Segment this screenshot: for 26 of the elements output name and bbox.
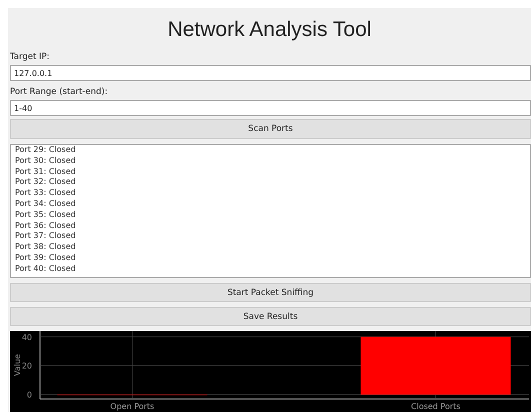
target-ip-label: Target IP: xyxy=(9,51,50,64)
target-ip-field[interactable]: 127.0.0.1 xyxy=(10,65,531,81)
y-tick-label: 40 xyxy=(22,332,32,342)
result-line: Port 29: Closed xyxy=(15,145,76,156)
result-line: Port 38: Closed xyxy=(15,242,76,253)
result-line: Port 34: Closed xyxy=(15,198,76,210)
result-line: Port 40: Closed xyxy=(15,264,76,275)
port-range-label: Port Range (start-end): xyxy=(9,86,109,99)
result-line: Port 30: Closed xyxy=(15,156,76,167)
y-tick-label: 20 xyxy=(22,362,32,371)
save-results-button[interactable]: Save Results xyxy=(10,307,531,326)
result-line: Port 35: Closed xyxy=(15,210,76,221)
port-range-field[interactable]: 1-40 xyxy=(10,100,531,116)
start-sniffing-button[interactable]: Start Packet Sniffing xyxy=(10,283,531,302)
result-line: Port 33: Closed xyxy=(15,188,76,199)
result-line: Port 39: Closed xyxy=(15,252,76,264)
x-tick-label: Open Ports xyxy=(110,402,154,411)
result-line: Port 37: Closed xyxy=(15,231,76,242)
y-tick-label: 0 xyxy=(26,390,32,400)
window-title: Network Analysis Tool xyxy=(166,17,372,43)
x-tick-label: Closed Ports xyxy=(411,402,460,411)
y-axis-label: Value xyxy=(13,354,22,376)
result-line: Port 32: Closed xyxy=(15,177,76,188)
result-line: Port 31: Closed xyxy=(15,166,76,178)
scan-ports-button[interactable]: Scan Ports xyxy=(10,119,531,139)
result-line: Port 36: Closed xyxy=(15,220,76,232)
